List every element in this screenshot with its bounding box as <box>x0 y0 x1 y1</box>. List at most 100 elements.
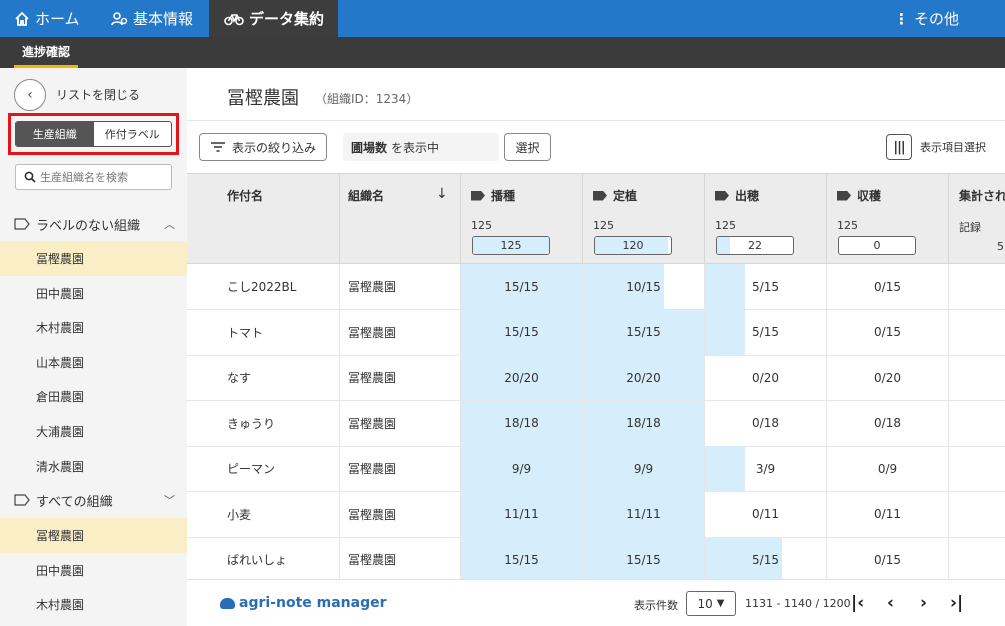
sidebar-org-item[interactable]: 田中農園 <box>0 276 187 311</box>
stage-progress-text: 15/15 <box>504 325 539 339</box>
view-toggle: 生産組織 作付ラベル <box>15 121 172 147</box>
table-row[interactable]: トマト 冨樫農園 15/15 15/15 5/15 0/15 <box>187 309 1005 356</box>
col-stage-label: 収穫 <box>857 189 882 203</box>
select-button[interactable]: 選択 <box>504 133 551 161</box>
label-tag-icon <box>14 494 30 506</box>
close-list-button[interactable]: ‹ <box>14 79 46 111</box>
last-page-icon[interactable]: ›| <box>950 593 963 613</box>
stage-progress-cell: 20/20 <box>461 355 583 400</box>
crop-name: ピーマン <box>187 446 340 491</box>
sidebar-org-item[interactable]: 冨樫農園 <box>0 241 187 276</box>
col-stage[interactable]: 収穫 125 0 <box>827 174 949 265</box>
stage-progress-text: 0/9 <box>877 461 898 476</box>
label-tag-icon <box>593 190 607 201</box>
sidebar-org-item[interactable]: 大浦農園 <box>0 414 187 449</box>
nav-data-aggregation-label: データ集約 <box>249 10 325 28</box>
page-size-select[interactable]: 10 ▼ <box>686 591 736 616</box>
nav-basic-info[interactable]: 基本情報 <box>111 0 193 37</box>
stage-progress-text: 9/9 <box>511 461 532 476</box>
sidebar-org-item[interactable]: 木村農園 <box>0 587 187 622</box>
stage-progress-text: 5/15 <box>752 325 779 339</box>
stage-progress-text: 0/15 <box>874 325 901 339</box>
nav-data-aggregation[interactable]: データ集約 <box>209 0 338 37</box>
sidebar-org-item[interactable]: 木村農園 <box>0 310 187 345</box>
stage-progress-text: 0/15 <box>874 552 901 567</box>
home-icon <box>15 11 29 26</box>
group-unlabeled[interactable]: ラベルのない組織 ︿ <box>0 210 187 238</box>
stage-progress-cell: 0/15 <box>827 309 949 355</box>
chevron-up-icon: ︿ <box>164 218 175 231</box>
search-icon <box>24 171 36 183</box>
footer: agri-note manager 表示件数 10 ▼ 1131 - 1140 … <box>187 579 1005 626</box>
col-org[interactable]: 組織名 ↓ <box>340 174 461 265</box>
stage-progress-cell: 11/11 <box>583 491 705 537</box>
stage-progress-cell: 0/20 <box>705 355 827 400</box>
col-crop[interactable]: 作付名 <box>187 174 340 265</box>
col-stage-name: 定植 <box>593 187 637 204</box>
org-name: 冨樫農園 <box>340 537 461 579</box>
filter-icon <box>210 142 225 152</box>
org-search-input[interactable]: 生産組織名を検索 <box>15 164 172 190</box>
group-all[interactable]: すべての組織 ﹀ <box>0 486 187 514</box>
stage-progress-text: 3/9 <box>755 461 776 476</box>
sidebar-org-item[interactable]: 冨樫農園 <box>0 518 187 553</box>
group-all-label: すべての組織 <box>36 494 113 510</box>
progress-fill <box>705 264 746 309</box>
sidebar-org-item[interactable]: 田中農園 <box>0 553 187 588</box>
stage-progress-cell: 3/9 <box>705 446 827 491</box>
col-aggregate-sub: 記録 <box>959 221 981 234</box>
next-page-icon[interactable]: › <box>920 593 927 613</box>
crop-name: きゅうり <box>187 400 340 446</box>
org-name: 冨樫農園 <box>340 446 461 491</box>
logo-text: agri-note manager <box>239 595 387 611</box>
toggle-crop-label[interactable]: 作付ラベル <box>94 122 172 146</box>
col-stage-label: 出穂 <box>735 189 760 203</box>
tab-progress[interactable]: 進捗確認 <box>14 37 79 68</box>
prev-page-icon[interactable]: ‹ <box>887 593 894 613</box>
table-row[interactable]: ばれいしょ 冨樫農園 15/15 15/15 5/15 0/15 <box>187 537 1005 579</box>
table-row[interactable]: なす 冨樫農園 20/20 20/20 0/20 0/20 <box>187 355 1005 401</box>
org-name: 冨樫農園 <box>340 309 461 355</box>
col-stage-name: 播種 <box>471 187 515 204</box>
sidebar: ‹ リストを閉じる 生産組織 作付ラベル 生産組織名を検索 ラベルのない組織 ︿… <box>0 68 187 626</box>
col-stage-value: 0 <box>873 239 881 252</box>
stage-progress-text: 11/11 <box>626 507 661 521</box>
nav-home[interactable]: ホーム <box>14 0 80 37</box>
sidebar-org-item[interactable]: 倉田農園 <box>0 379 187 414</box>
column-select-button[interactable]: ||| <box>886 134 912 160</box>
sort-arrow-icon[interactable]: ↓ <box>436 186 448 202</box>
filter-button[interactable]: 表示の絞り込み <box>199 133 327 161</box>
progress-table: 作付名 組織名 ↓ 播種 125 125 定植 125 120 出穂 125 22 収穫 125 0 … <box>187 173 1005 579</box>
col-stage[interactable]: 播種 125 125 <box>461 174 583 265</box>
stage-progress-text: 15/15 <box>504 279 539 294</box>
stage-progress-text: 0/15 <box>874 279 901 294</box>
org-name: 冨樫農園 <box>340 355 461 400</box>
top-nav: ホーム 基本情報 データ集約 ⋮ その他 <box>0 0 1005 37</box>
sidebar-org-item[interactable]: 清水農園 <box>0 449 187 484</box>
col-aggregate[interactable]: 集計され 記録 5 <box>949 174 1005 265</box>
col-stage-progress: 22 <box>716 236 794 255</box>
stage-progress-cell: 15/15 <box>461 264 583 309</box>
col-stage[interactable]: 出穂 125 22 <box>705 174 827 265</box>
table-row[interactable]: こし2022BL 冨樫農園 15/15 10/15 5/15 0/15 <box>187 264 1005 310</box>
toggle-production-org[interactable]: 生産組織 <box>16 122 94 146</box>
table-row[interactable]: きゅうり 冨樫農園 18/18 18/18 0/18 0/18 <box>187 400 1005 447</box>
close-list-label[interactable]: リストを閉じる <box>56 86 140 103</box>
stage-progress-cell: 15/15 <box>461 537 583 579</box>
stage-progress-text: 18/18 <box>626 416 661 430</box>
app-logo: agri-note manager <box>220 595 387 611</box>
table-row[interactable]: ピーマン 冨樫農園 9/9 9/9 3/9 0/9 <box>187 446 1005 492</box>
first-page-icon[interactable]: |‹ <box>851 593 864 613</box>
page-size-value: 10 <box>697 596 713 611</box>
col-stage-progress: 120 <box>594 236 672 255</box>
stage-progress-cell: 15/15 <box>583 309 705 355</box>
table-row[interactable]: 小麦 冨樫農園 11/11 11/11 0/11 0/11 <box>187 491 1005 538</box>
stage-progress-text: 0/11 <box>874 507 901 521</box>
nav-other[interactable]: ⋮ その他 <box>894 0 959 37</box>
sidebar-org-item[interactable]: 山本農園 <box>0 345 187 380</box>
col-stage[interactable]: 定植 125 120 <box>583 174 705 265</box>
column-select-label[interactable]: 表示項目選択 <box>920 139 986 155</box>
col-stage-value: 125 <box>500 239 522 252</box>
crop-name: トマト <box>187 309 340 355</box>
col-org-label: 組織名 <box>348 189 385 203</box>
